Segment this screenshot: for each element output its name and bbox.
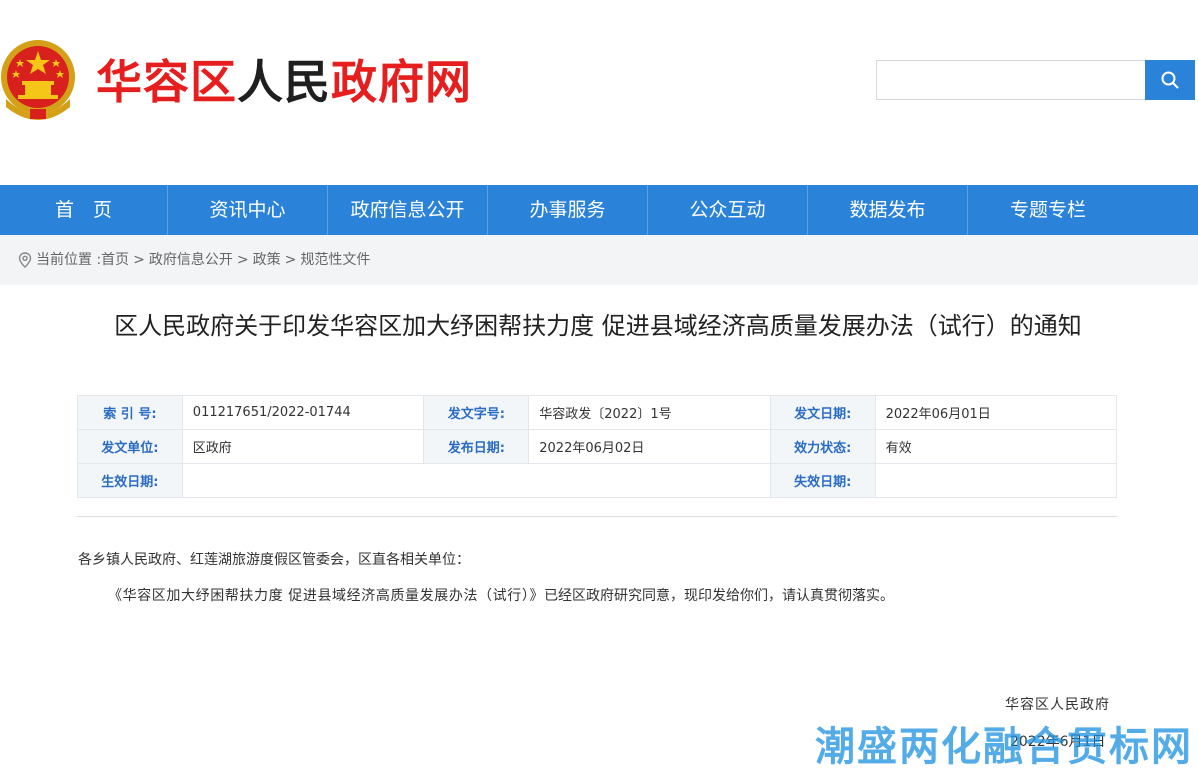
breadcrumb-item-gov-info[interactable]: 政府信息公开 bbox=[149, 250, 233, 270]
breadcrumb-separator: > bbox=[133, 252, 145, 268]
nav-item-news[interactable]: 资讯中心 bbox=[168, 185, 328, 235]
breadcrumb-item-policy[interactable]: 政策 bbox=[253, 250, 281, 270]
watermark: 潮盛两化融合贯标网 bbox=[815, 724, 1193, 770]
breadcrumb: 当前位置 : 首页 > 政府信息公开 > 政策 > 规范性文件 bbox=[18, 250, 370, 270]
effective-date-label: 生效日期: bbox=[77, 463, 183, 498]
issue-date-value: 2022年06月01日 bbox=[874, 395, 1118, 430]
document-meta-table: 索 引 号: 011217651/2022-01744 发文字号: 华容政发〔2… bbox=[77, 395, 1118, 498]
index-value: 011217651/2022-01744 bbox=[181, 395, 425, 430]
publish-date-label: 发布日期: bbox=[423, 429, 530, 464]
breadcrumb-item-normative-docs[interactable]: 规范性文件 bbox=[300, 250, 370, 270]
national-emblem-icon bbox=[1, 40, 75, 120]
main-nav: 首 页 资讯中心 政府信息公开 办事服务 公众互动 数据发布 专题专栏 bbox=[0, 185, 1198, 235]
site-title[interactable]: 华容区人民政府网 bbox=[96, 52, 472, 112]
search-button[interactable] bbox=[1145, 60, 1195, 100]
site-title-part3: 政府网 bbox=[331, 55, 472, 109]
body-paragraph-rest: 已经区政府研究同意，现印发给你们，请认真贯彻落实。 bbox=[544, 588, 895, 604]
search-input[interactable] bbox=[876, 60, 1146, 100]
site-header: 华容区人民政府网 bbox=[0, 0, 1198, 185]
doc-no-label: 发文字号: bbox=[423, 395, 530, 430]
publish-date-value: 2022年06月02日 bbox=[528, 429, 771, 464]
expire-date-value bbox=[874, 463, 1118, 498]
table-row: 生效日期: 失效日期: bbox=[77, 463, 1118, 498]
issuer-value: 区政府 bbox=[181, 429, 425, 464]
nav-item-home[interactable]: 首 页 bbox=[0, 185, 168, 235]
index-label: 索 引 号: bbox=[77, 395, 183, 430]
breadcrumb-separator: > bbox=[236, 252, 249, 268]
table-row: 发文单位: 区政府 发布日期: 2022年06月02日 效力状态: 有效 bbox=[77, 429, 1118, 464]
nav-item-topics[interactable]: 专题专栏 bbox=[968, 185, 1194, 235]
breadcrumb-separator: > bbox=[284, 252, 297, 268]
effective-date-value bbox=[181, 463, 771, 498]
document-name: 《华容区加大纾困帮扶力度 促进县域经济高质量发展办法（试行）》 bbox=[108, 588, 545, 604]
search-icon bbox=[1161, 71, 1179, 89]
breadcrumb-item-home[interactable]: 首页 bbox=[101, 250, 129, 270]
issuer-label: 发文单位: bbox=[77, 429, 183, 464]
search-box bbox=[876, 60, 1195, 100]
issue-date-label: 发文日期: bbox=[769, 395, 876, 430]
doc-no-value: 华容政发〔2022〕1号 bbox=[528, 395, 771, 430]
article-title: 区人民政府关于印发华容区加大纾困帮扶力度 促进县域经济高质量发展办法（试行）的通… bbox=[114, 312, 1082, 340]
status-value: 有效 bbox=[874, 429, 1118, 464]
location-pin-icon bbox=[18, 252, 32, 268]
site-title-part1: 华容区 bbox=[96, 55, 237, 109]
nav-item-gov-info[interactable]: 政府信息公开 bbox=[328, 185, 488, 235]
table-row: 索 引 号: 011217651/2022-01744 发文字号: 华容政发〔2… bbox=[77, 395, 1118, 430]
content-divider bbox=[77, 516, 1117, 517]
nav-item-services[interactable]: 办事服务 bbox=[488, 185, 648, 235]
site-title-part2: 人民 bbox=[237, 55, 331, 109]
expire-date-label: 失效日期: bbox=[769, 463, 876, 498]
breadcrumb-bar: 当前位置 : 首页 > 政府信息公开 > 政策 > 规范性文件 bbox=[0, 235, 1198, 285]
nav-item-data[interactable]: 数据发布 bbox=[808, 185, 968, 235]
status-label: 效力状态: bbox=[769, 429, 876, 464]
breadcrumb-prefix: 当前位置 : bbox=[36, 252, 102, 268]
body-paragraph: 《华容区加大纾困帮扶力度 促进县域经济高质量发展办法（试行）》已经区政府研究同意… bbox=[108, 585, 894, 605]
salutation: 各乡镇人民政府、红莲湖旅游度假区管委会，区直各相关单位： bbox=[78, 552, 470, 568]
signature-org: 华容区人民政府 bbox=[1005, 697, 1110, 713]
nav-item-interaction[interactable]: 公众互动 bbox=[648, 185, 808, 235]
